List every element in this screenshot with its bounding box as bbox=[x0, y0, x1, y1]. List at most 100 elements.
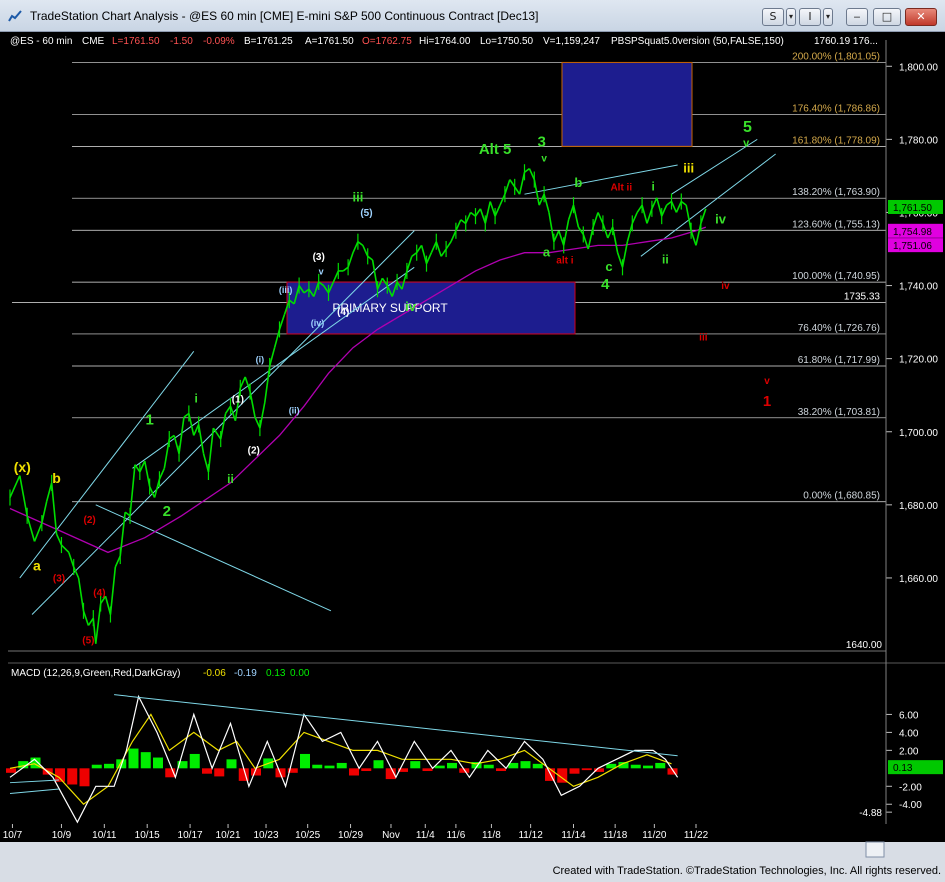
wave-label: (ii) bbox=[289, 405, 300, 415]
time-x-tick-label: 10/29 bbox=[338, 830, 363, 841]
macd-trend-line bbox=[9, 788, 60, 794]
macd-histogram-bar bbox=[422, 768, 433, 772]
wave-label: (2) bbox=[84, 515, 96, 526]
macd-histogram-bar bbox=[226, 759, 237, 769]
wave-label: (4) bbox=[93, 588, 105, 599]
price-y-tick-label: 1,740.00 bbox=[899, 282, 938, 293]
macd-histogram-bar bbox=[373, 760, 384, 769]
minimize-button[interactable]: ‒ bbox=[846, 8, 868, 26]
wave-label: (4) bbox=[337, 307, 349, 318]
time-x-tick-label: 10/21 bbox=[216, 830, 241, 841]
time-x-tick-label: 11/22 bbox=[684, 830, 709, 841]
price-y-tick-label: 1,700.00 bbox=[899, 428, 938, 439]
wave-label: ii bbox=[227, 472, 234, 486]
maximize-button[interactable]: □ bbox=[873, 8, 901, 26]
price-y-tick-label: 1,780.00 bbox=[899, 135, 938, 146]
price-header: @ES - 60 min CME L=1761.50 -1.50 -0.09% … bbox=[10, 36, 878, 47]
wave-label: v bbox=[541, 153, 547, 164]
wave-label: (iii) bbox=[279, 285, 293, 295]
macd-histogram-bar bbox=[496, 768, 506, 772]
fib-level-label: 61.80% (1,717.99) bbox=[798, 355, 880, 366]
close-button[interactable]: ✕ bbox=[905, 8, 937, 26]
indicator-link-dropdown-icon[interactable]: ▾ bbox=[823, 8, 833, 26]
macd-signal-line bbox=[9, 713, 672, 806]
price-pane-background bbox=[8, 40, 886, 662]
macd-histogram-bar bbox=[300, 753, 310, 769]
low-price: Lo=1750.50 bbox=[480, 36, 534, 47]
macd-trend-line bbox=[114, 694, 678, 757]
wave-label: v bbox=[319, 267, 324, 277]
wave-label: alt i bbox=[556, 256, 573, 267]
macd-histogram-bar bbox=[79, 768, 90, 787]
macd-trend-line bbox=[9, 779, 60, 784]
macd-histogram-bar bbox=[6, 768, 16, 773]
macd-histogram-bar bbox=[447, 762, 457, 769]
macd-y-axis: 6.00 4.00 2.00 0.13 -2.00 -4.00 -4.88 bbox=[859, 710, 943, 819]
macd-histogram-bar bbox=[104, 763, 114, 769]
macd-pane: MACD (12,26,9,Green,Red,DarkGray) -0.06 … bbox=[6, 662, 945, 824]
price-y-tick-label: 1,660.00 bbox=[899, 574, 938, 585]
wave-label: (x) bbox=[14, 459, 31, 475]
macd-histogram-bar bbox=[410, 761, 421, 769]
wave-label: (5) bbox=[82, 636, 94, 647]
time-x-tick-label: 10/25 bbox=[295, 830, 320, 841]
last-price: L=1761.50 bbox=[112, 36, 160, 47]
exchange-label: CME bbox=[82, 36, 105, 47]
macd-histogram-bar bbox=[91, 764, 102, 769]
wave-label: (3) bbox=[313, 252, 325, 263]
macd-zero-value: 0.00 bbox=[290, 668, 310, 679]
fib-level-label: 161.80% (1,778.09) bbox=[792, 135, 880, 146]
macd-histogram-bar bbox=[189, 753, 200, 769]
macd-value: -0.06 bbox=[203, 668, 226, 679]
macd-line bbox=[9, 694, 679, 824]
macd-histogram-bar bbox=[532, 763, 543, 769]
symbol-link-dropdown-icon[interactable]: ▾ bbox=[786, 8, 796, 26]
wave-label: i bbox=[195, 392, 198, 406]
macd-histogram-bar bbox=[336, 762, 347, 769]
fib-level-label: 0.00% (1,680.85) bbox=[803, 491, 880, 502]
macd-histogram-bar bbox=[324, 765, 335, 769]
price-pane: 200.00% (1,801.05) 176.40% (1,786.86) 161.… bbox=[8, 40, 886, 662]
target-box bbox=[561, 61, 693, 147]
macd-y-tick-label: -2.00 bbox=[899, 782, 922, 793]
symbol-link-s-button[interactable]: S bbox=[762, 8, 784, 26]
wave-label: iii bbox=[683, 160, 694, 175]
wave-label: c bbox=[605, 259, 612, 274]
wave-label: iv bbox=[715, 211, 727, 226]
macd-histogram-bar bbox=[153, 757, 163, 769]
macd-y-tick-label: -4.88 bbox=[859, 808, 882, 819]
window-title: TradeStation Chart Analysis - @ES 60 min… bbox=[30, 9, 539, 23]
macd-label: MACD (12,26,9,Green,Red,DarkGray) bbox=[11, 668, 181, 679]
net-change: -1.50 bbox=[170, 36, 193, 47]
time-x-tick-label: 10/9 bbox=[52, 830, 72, 841]
wave-label: (2) bbox=[248, 446, 260, 457]
macd-histogram-bar bbox=[312, 764, 323, 769]
fib-level-label: 200.00% (1,801.05) bbox=[792, 51, 880, 62]
percent-change: -0.09% bbox=[203, 36, 235, 47]
macd-histogram-bar bbox=[202, 768, 212, 774]
wave-label: ii bbox=[662, 253, 669, 267]
wave-label: b bbox=[52, 470, 61, 486]
price-chart[interactable]: 200.00% (1,801.05) 176.40% (1,786.86) 161.… bbox=[0, 32, 945, 862]
macd-histogram-bar bbox=[214, 768, 225, 777]
wave-label: v bbox=[743, 138, 750, 150]
wave-label: 3 bbox=[537, 134, 545, 151]
indicator-link-i-button[interactable]: I bbox=[799, 8, 821, 26]
scroll-thumb[interactable] bbox=[865, 841, 885, 858]
macd-histogram-bar bbox=[655, 762, 666, 769]
macd-histogram-bar bbox=[630, 764, 641, 769]
macd-y-tick-label: 2.00 bbox=[899, 746, 919, 757]
price-y-tick-label: 1,720.00 bbox=[899, 355, 938, 366]
horizontal-scrollbar[interactable] bbox=[0, 841, 945, 862]
study-values: 1760.19 176... bbox=[814, 36, 878, 47]
time-x-tick-label: 10/15 bbox=[135, 830, 160, 841]
macd-histogram-bar bbox=[483, 764, 494, 769]
wave-label: (1) bbox=[232, 395, 244, 406]
open-price: O=1762.75 bbox=[362, 36, 412, 47]
fib-level-label: 100.00% (1,740.95) bbox=[792, 271, 880, 282]
macd-hist-value: 0.13 bbox=[266, 668, 286, 679]
macd-histogram-bar bbox=[349, 768, 359, 776]
volume-value: V=1,159,247 bbox=[543, 36, 600, 47]
fib-level-label: 176.40% (1,786.86) bbox=[792, 103, 880, 114]
macd-histogram-bar bbox=[581, 768, 592, 771]
